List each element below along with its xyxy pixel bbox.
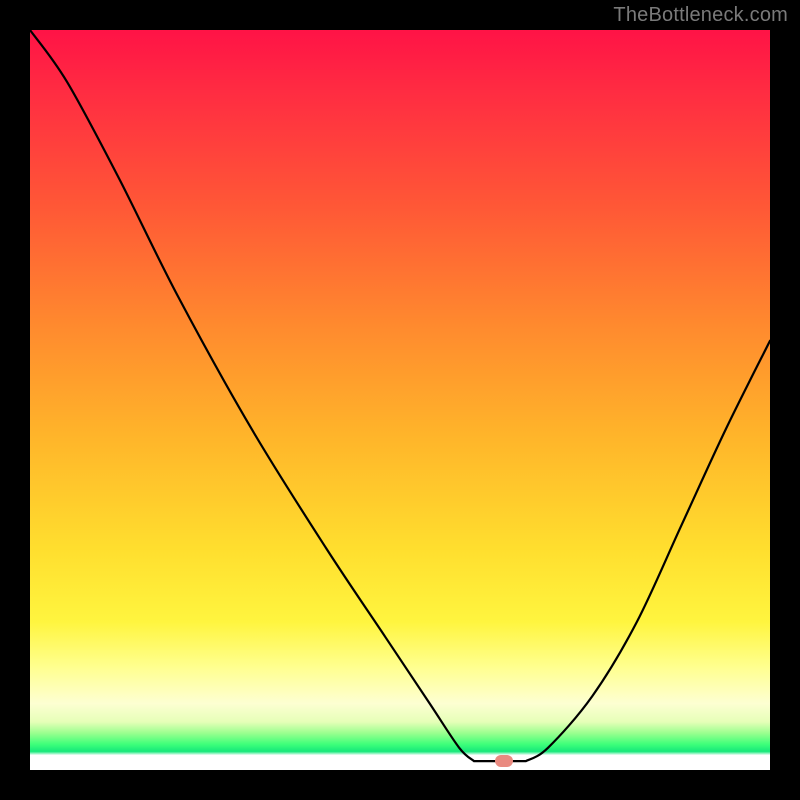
watermark-text: TheBottleneck.com: [613, 4, 788, 27]
plot-area: [30, 30, 770, 770]
chart-frame: TheBottleneck.com: [0, 0, 800, 800]
bottleneck-curve: [30, 30, 770, 770]
optimal-point-marker: [495, 755, 513, 767]
